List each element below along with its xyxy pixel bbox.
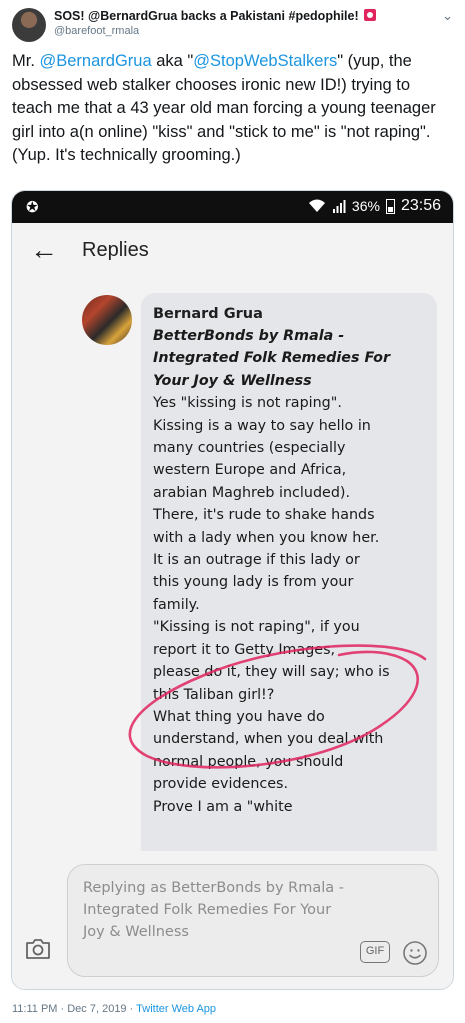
attached-screenshot[interactable]: ✪ 36% 23:56 ← Replies Bernard Grua Bette… bbox=[11, 190, 454, 990]
comment-line: normal people, you should bbox=[153, 753, 344, 770]
battery-icon bbox=[385, 198, 395, 214]
tweet-timestamp: 11:11 PM · Dec 7, 2019 · Twitter Web App bbox=[12, 1003, 217, 1015]
camera-icon[interactable] bbox=[24, 937, 52, 961]
page-title: Replies bbox=[82, 239, 149, 261]
comment-line: this young lady is from your bbox=[153, 574, 354, 591]
reply-input[interactable]: Replying as BetterBonds by Rmala - Integ… bbox=[67, 864, 439, 977]
gif-button[interactable]: GIF bbox=[360, 941, 390, 963]
back-arrow-icon[interactable]: ← bbox=[30, 233, 58, 267]
reply-placeholder: Replying as BetterBonds by Rmala - Integ… bbox=[83, 880, 344, 940]
author-display-name[interactable]: SOS! @BernardGrua backs a Pakistani #ped… bbox=[54, 9, 377, 23]
comment-line: It is an outrage if this lady or bbox=[153, 552, 360, 569]
page-name-line[interactable]: Integrated Folk Remedies For bbox=[153, 347, 431, 369]
status-time: 23:56 bbox=[400, 197, 441, 214]
author-handle[interactable]: @barefoot_rmala bbox=[54, 25, 376, 37]
tweet-source-link[interactable]: Twitter Web App bbox=[136, 1003, 216, 1015]
comment-bubble: Bernard Grua BetterBonds by Rmala - Inte… bbox=[141, 293, 437, 873]
page-name-line[interactable]: Your Joy & Wellness bbox=[153, 370, 431, 392]
comment-line: this Taliban girl!? bbox=[153, 686, 275, 703]
chevron-down-icon[interactable]: ⌄ bbox=[442, 8, 453, 24]
comment-line: many countries (especially bbox=[153, 440, 346, 457]
commenter-avatar[interactable] bbox=[82, 295, 132, 345]
phone-status-bar: ✪ 36% 23:56 bbox=[12, 191, 453, 223]
mention-link[interactable]: @StopWebStalkers bbox=[193, 52, 337, 70]
emoji-icon[interactable] bbox=[402, 940, 428, 966]
comment-line: Yes "kissing is not raping". bbox=[153, 395, 342, 412]
mention-link[interactable]: @BernardGrua bbox=[40, 52, 152, 70]
author-avatar[interactable] bbox=[12, 8, 46, 42]
tweet-date[interactable]: Dec 7, 2019 bbox=[67, 1003, 126, 1015]
comment-line: Prove I am a "white bbox=[153, 798, 293, 815]
comment-author[interactable]: Bernard Grua bbox=[153, 303, 431, 325]
comment-line: "Kissing is not raping", if you bbox=[153, 619, 360, 636]
comment-line: There, it's rude to shake hands bbox=[153, 507, 375, 524]
comment-line: Kissing is a way to say hello in bbox=[153, 417, 371, 434]
tweet-text: Mr. @BernardGrua aka "@StopWebStalkers" … bbox=[12, 52, 436, 164]
comment-line: What thing you have do bbox=[153, 708, 325, 725]
author-names[interactable]: SOS! @BernardGrua backs a Pakistani #ped… bbox=[54, 9, 377, 37]
replies-app-bar: ← Replies bbox=[12, 223, 453, 281]
comment-body: BetterBonds by Rmala - Integrated Folk R… bbox=[153, 325, 431, 818]
wifi-icon bbox=[308, 199, 325, 212]
reply-bar: Replying as BetterBonds by Rmala - Integ… bbox=[12, 851, 453, 989]
comment-line: family. bbox=[153, 596, 200, 613]
comment-line: arabian Maghreb included). bbox=[153, 484, 351, 501]
comment-line: report it to Getty Images, bbox=[153, 641, 336, 658]
tweet-header: SOS! @BernardGrua backs a Pakistani #ped… bbox=[12, 6, 453, 46]
comment-line: provide evidences. bbox=[153, 776, 289, 793]
tweet-time[interactable]: 11:11 PM bbox=[12, 1003, 57, 1015]
comment-line: please do it, they will say; who is bbox=[153, 664, 390, 681]
comment-line: western Europe and Africa, bbox=[153, 462, 347, 479]
comment-line: understand, when you deal with bbox=[153, 731, 384, 748]
messenger-notification-icon: ✪ bbox=[26, 199, 39, 216]
comment-line: with a lady when you know her. bbox=[153, 529, 380, 546]
battery-percent: 36% bbox=[351, 198, 380, 214]
siren-emoji-icon bbox=[364, 9, 377, 21]
page-name-line[interactable]: BetterBonds by Rmala - bbox=[153, 325, 431, 347]
status-indicators: 36% 23:56 bbox=[308, 197, 441, 215]
signal-icon bbox=[332, 200, 346, 213]
